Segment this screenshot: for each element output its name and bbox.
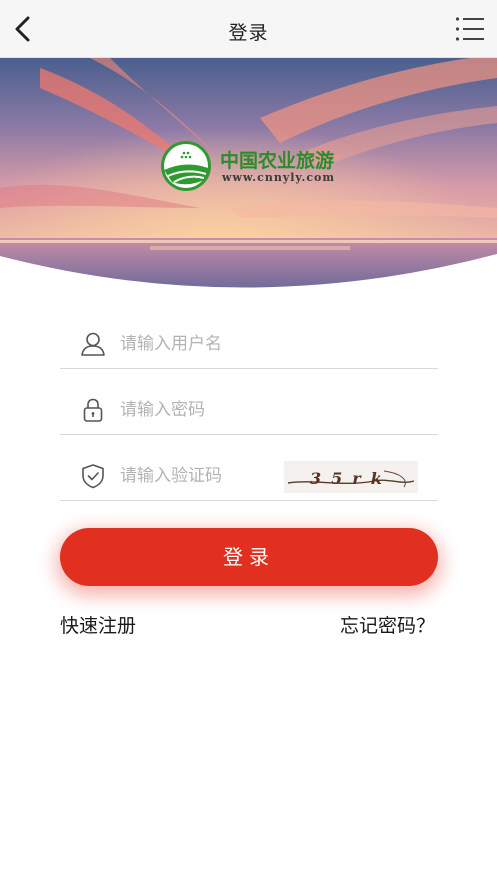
menu-button[interactable] — [455, 15, 485, 43]
farm-field-logo-icon — [161, 141, 211, 191]
captcha-input[interactable] — [120, 461, 270, 491]
nav-bar: 登录 — [0, 0, 497, 58]
password-field-row — [60, 385, 438, 435]
brand-url: www.cnnyly.com — [222, 171, 336, 184]
shield-check-icon — [82, 464, 104, 489]
login-page: 登录 中国农业旅游 www.cnnyly.com 请输入用户名 请输入验证码 3… — [0, 0, 497, 883]
password-input[interactable] — [120, 395, 320, 425]
forgot-password-link[interactable]: 忘记密码？ — [340, 611, 435, 638]
brand-name: 中国农业旅游 — [220, 150, 335, 172]
captcha-code-image: 35rk — [287, 469, 415, 488]
username-input[interactable] — [120, 329, 320, 359]
lock-icon — [83, 398, 103, 422]
username-field-row — [60, 319, 438, 369]
login-button[interactable]: 登录 — [60, 528, 438, 586]
captcha-field-row: 35rk — [60, 451, 438, 501]
user-icon — [81, 332, 105, 356]
brand-logo: 中国农业旅游 www.cnnyly.com — [160, 140, 350, 194]
register-link[interactable]: 快速注册 — [60, 611, 136, 638]
captcha-text: 35rk — [310, 469, 392, 488]
captcha-image[interactable]: 35rk — [284, 461, 418, 493]
list-menu-icon — [455, 17, 484, 41]
page-title: 登录 — [228, 22, 269, 44]
